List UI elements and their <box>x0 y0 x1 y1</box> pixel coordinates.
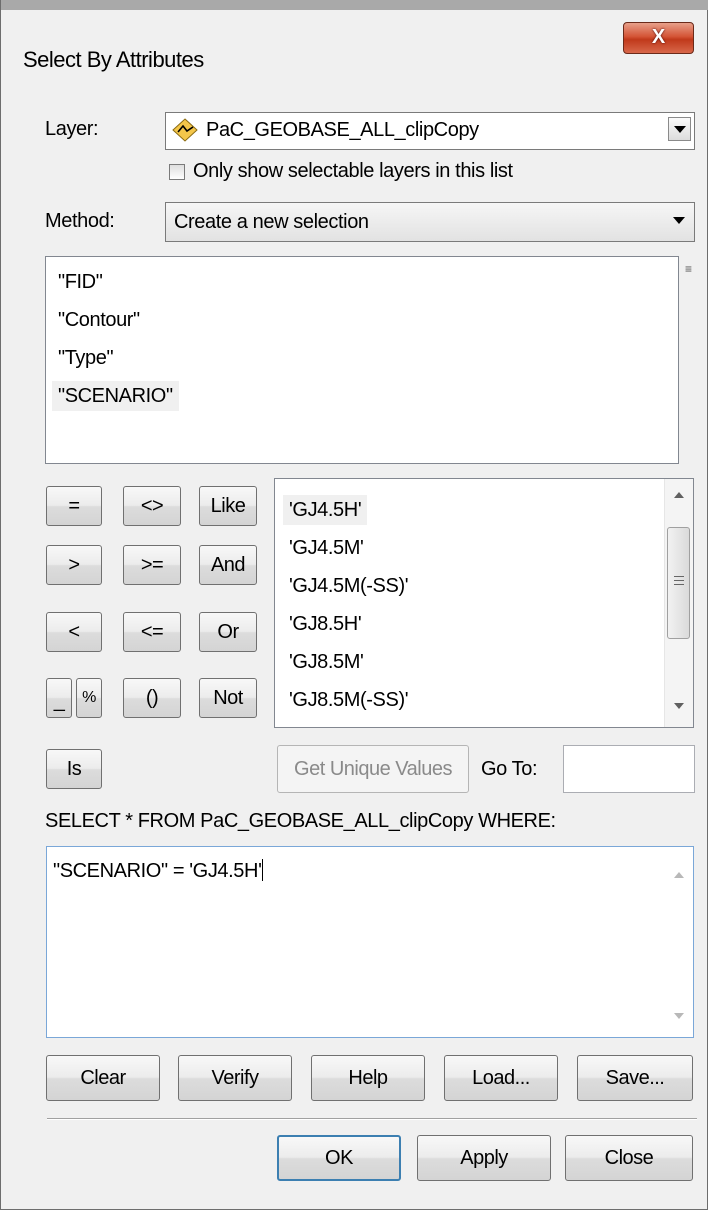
chevron-down-icon[interactable] <box>668 209 691 233</box>
chevron-down-icon[interactable] <box>668 117 691 141</box>
operator-and-button[interactable]: And <box>199 545 257 585</box>
get-unique-values-button[interactable]: Get Unique Values <box>277 745 469 793</box>
list-options-icon[interactable]: ≡ <box>685 262 692 276</box>
field-item-scenario[interactable]: "SCENARIO" <box>52 381 179 411</box>
sql-expression-line: "SCENARIO" = 'GJ4.5H' <box>53 859 263 883</box>
operator-or-button[interactable]: Or <box>199 612 257 652</box>
sql-scrollbar[interactable] <box>665 847 693 1037</box>
method-label: Method: <box>45 210 115 232</box>
scroll-down-icon[interactable] <box>665 1003 693 1027</box>
operator-equals-button[interactable]: = <box>46 486 102 526</box>
title-bar[interactable]: Select By Attributes X <box>1 10 707 76</box>
unique-values-list[interactable]: 'GJ4.5H' 'GJ4.5M' 'GJ4.5M(-SS)' 'GJ8.5H'… <box>274 478 694 728</box>
sql-prefix: SELECT * FROM PaC_GEOBASE_ALL_clipCopy W… <box>45 810 556 832</box>
scrollbar-thumb[interactable] <box>667 527 690 639</box>
scroll-up-icon[interactable] <box>665 483 693 507</box>
polyline-layer-icon <box>172 118 198 142</box>
unique-value-item[interactable]: 'GJ8.5M' <box>289 651 364 674</box>
operator-not-button[interactable]: Not <box>199 678 257 718</box>
load-button[interactable]: Load... <box>444 1055 558 1101</box>
unique-values-scrollbar[interactable] <box>664 479 693 727</box>
operator-less-button[interactable]: < <box>46 612 102 652</box>
grip-line <box>674 584 684 585</box>
layer-dropdown[interactable]: PaC_GEOBASE_ALL_clipCopy <box>165 112 695 150</box>
operator-less-equal-button[interactable]: <= <box>123 612 181 652</box>
fields-list[interactable]: "FID" "Contour" "Type" "SCENARIO" <box>45 256 679 464</box>
field-item-type[interactable]: "Type" <box>58 347 114 370</box>
goto-input[interactable] <box>563 745 695 793</box>
goto-label: Go To: <box>481 758 538 780</box>
operator-greater-button[interactable]: > <box>46 545 102 585</box>
unique-value-item[interactable]: 'GJ4.5M(-SS)' <box>289 575 409 598</box>
only-selectable-checkbox[interactable] <box>169 164 185 180</box>
operator-underscore-button[interactable]: _ <box>46 678 72 718</box>
scroll-up-icon[interactable] <box>665 863 693 887</box>
only-selectable-label[interactable]: Only show selectable layers in this list <box>193 160 513 183</box>
unique-value-selected-label: 'GJ4.5H' <box>283 495 368 525</box>
apply-button[interactable]: Apply <box>417 1135 551 1181</box>
operator-parens-button[interactable]: () <box>123 678 181 718</box>
operator-like-button[interactable]: Like <box>199 486 257 526</box>
layer-dropdown-value: PaC_GEOBASE_ALL_clipCopy <box>206 119 479 141</box>
field-item-scenario-label: "SCENARIO" <box>52 381 179 411</box>
grip-line <box>674 580 684 581</box>
window-title: Select By Attributes <box>23 47 204 72</box>
sql-expression-text: "SCENARIO" = 'GJ4.5H' <box>53 860 262 882</box>
verify-button[interactable]: Verify <box>178 1055 292 1101</box>
unique-value-item[interactable]: 'GJ8.5H' <box>289 613 362 636</box>
unique-value-item[interactable]: 'GJ8.5M(-SS)' <box>289 689 409 712</box>
operator-percent-button[interactable]: % <box>76 678 102 718</box>
field-item-fid[interactable]: "FID" <box>58 271 103 294</box>
unique-value-item[interactable]: 'GJ4.5M' <box>289 537 364 560</box>
layer-label: Layer: <box>45 118 99 140</box>
ok-button[interactable]: OK <box>277 1135 401 1181</box>
operator-greater-equal-button[interactable]: >= <box>123 545 181 585</box>
select-by-attributes-dialog: Select By Attributes X Layer: PaC_GEOBAS… <box>0 0 708 1210</box>
window-top-edge <box>1 0 708 10</box>
close-button[interactable]: Close <box>565 1135 693 1181</box>
field-item-contour[interactable]: "Contour" <box>58 309 140 332</box>
save-button[interactable]: Save... <box>577 1055 693 1101</box>
method-dropdown-value: Create a new selection <box>174 211 369 233</box>
close-window-button[interactable]: X <box>623 22 694 54</box>
operator-not-equals-button[interactable]: <> <box>123 486 181 526</box>
help-button[interactable]: Help <box>311 1055 425 1101</box>
unique-value-item[interactable]: 'GJ4.5H' <box>283 495 368 525</box>
grip-line <box>674 576 684 577</box>
method-dropdown[interactable]: Create a new selection <box>165 202 695 242</box>
footer-divider <box>47 1118 697 1119</box>
sql-expression-input[interactable]: "SCENARIO" = 'GJ4.5H' <box>46 846 694 1038</box>
clear-button[interactable]: Clear <box>46 1055 160 1101</box>
text-caret <box>261 859 263 881</box>
scroll-down-icon[interactable] <box>665 693 693 717</box>
operator-is-button[interactable]: Is <box>46 749 102 789</box>
